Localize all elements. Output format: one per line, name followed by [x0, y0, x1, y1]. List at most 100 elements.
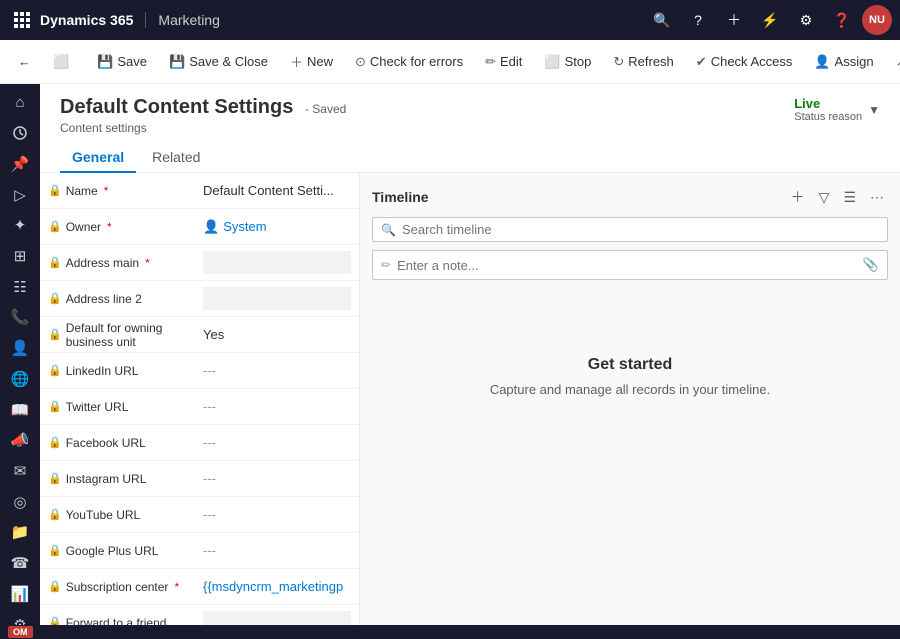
field-twitter-value: --- — [203, 399, 351, 414]
lock-icon-addr2: 🔒 — [48, 292, 62, 305]
field-address-line2-input[interactable] — [203, 287, 351, 310]
save-close-icon: 💾 — [169, 54, 185, 70]
field-googleplus: 🔒 Google Plus URL --- — [40, 533, 359, 569]
lock-icon-owning: 🔒 — [48, 328, 62, 341]
search-icon[interactable]: 🔍 — [646, 4, 678, 36]
lock-icon-li: 🔒 — [48, 364, 62, 377]
note-pencil-icon: ✏ — [381, 258, 391, 272]
note-input[interactable] — [397, 258, 857, 273]
field-facebook-value: --- — [203, 435, 351, 450]
field-twitter: 🔒 Twitter URL --- — [40, 389, 359, 425]
question-icon[interactable]: ❓ — [826, 4, 858, 36]
sidebar-item-book[interactable]: 📖 — [2, 395, 38, 424]
main-layout: ⌂ 📌 ▷ ✦ ⊞ ☷ 📞 👤 🌐 📖 📣 ✉ ◎ 📁 ☎ 📊 ⚙ Defaul… — [0, 84, 900, 639]
sidebar-item-circle[interactable]: ◎ — [2, 487, 38, 516]
status-area[interactable]: Live Status reason ▼ — [794, 96, 880, 123]
settings-icon[interactable]: ⚙ — [790, 4, 822, 36]
sidebar-item-contacts[interactable]: 👤 — [2, 334, 38, 363]
field-address-main-input[interactable] — [203, 251, 351, 274]
user-avatar[interactable]: NU — [862, 5, 892, 35]
field-name-value: Default Content Setti... — [203, 183, 351, 198]
check-errors-button[interactable]: ⊙ Check for errors — [345, 46, 473, 78]
timeline-filter-button[interactable]: ▽ — [815, 187, 834, 208]
saved-badge: - Saved — [305, 102, 346, 116]
stop-button[interactable]: ⬜ Stop — [534, 46, 601, 78]
field-facebook: 🔒 Facebook URL --- — [40, 425, 359, 461]
sidebar: ⌂ 📌 ▷ ✦ ⊞ ☷ 📞 👤 🌐 📖 📣 ✉ ◎ 📁 ☎ 📊 ⚙ — [0, 84, 40, 639]
sidebar-item-report[interactable]: 📊 — [2, 580, 38, 609]
edit-button[interactable]: ✏ Edit — [475, 46, 532, 78]
sidebar-item-star[interactable]: ✦ — [2, 211, 38, 240]
tab-general[interactable]: General — [60, 143, 136, 173]
timeline-more-button[interactable]: ⋯ — [866, 187, 888, 208]
sidebar-item-pin[interactable]: 📌 — [2, 149, 38, 178]
sidebar-item-folder[interactable]: 📁 — [2, 518, 38, 547]
status-chevron-icon: ▼ — [868, 103, 880, 117]
sidebar-item-play[interactable]: ▷ — [2, 180, 38, 209]
new-record-icon[interactable]: ＋ — [718, 4, 750, 36]
sidebar-item-grid[interactable]: ⊞ — [2, 242, 38, 271]
get-started-subtitle: Capture and manage all records in your t… — [490, 382, 770, 397]
sidebar-item-megaphone[interactable]: 📣 — [2, 426, 38, 455]
field-owner-value[interactable]: 👤 System — [203, 219, 267, 235]
timeline-panel: Timeline ＋ ▽ ☰ ⋯ 🔍 ✏ 📎 — [360, 173, 900, 639]
field-googleplus-value: --- — [203, 543, 351, 558]
bottom-bar: OM — [0, 625, 900, 639]
share-button[interactable]: ↗ Share — [886, 46, 900, 78]
save-button[interactable]: 💾 Save — [87, 46, 157, 78]
lock-icon-tw: 🔒 — [48, 400, 62, 413]
note-attach-icon[interactable]: 📎 — [863, 257, 879, 273]
save-icon: 💾 — [97, 54, 113, 70]
sidebar-item-phone[interactable]: 📞 — [2, 303, 38, 332]
timeline-search-icon: 🔍 — [381, 223, 396, 237]
field-default-owning-value: Yes — [203, 327, 351, 342]
app-module: Marketing — [145, 12, 219, 28]
refresh-button[interactable]: ↻ Refresh — [603, 46, 683, 78]
field-address-main: 🔒 Address main * — [40, 245, 359, 281]
tab-related[interactable]: Related — [140, 143, 212, 173]
field-address-line2: 🔒 Address line 2 — [40, 281, 359, 317]
field-name-label: 🔒 Name * — [48, 184, 203, 198]
field-default-owning-label: 🔒 Default for owning business unit — [48, 321, 203, 349]
apps-grid-icon[interactable] — [8, 6, 36, 34]
sidebar-item-home[interactable]: ⌂ — [2, 88, 38, 117]
nav-back-button[interactable]: ← — [8, 46, 41, 78]
check-access-icon: ✔ — [696, 54, 707, 70]
sidebar-item-globe[interactable]: 🌐 — [2, 364, 38, 393]
nav-forward-button[interactable]: ⬜ — [43, 46, 79, 78]
field-linkedin-label: 🔒 LinkedIn URL — [48, 364, 203, 378]
assign-button[interactable]: 👤 Assign — [804, 46, 883, 78]
sidebar-item-recent[interactable] — [2, 119, 38, 148]
field-linkedin: 🔒 LinkedIn URL --- — [40, 353, 359, 389]
new-button[interactable]: ＋ New — [280, 46, 343, 78]
field-youtube-value: --- — [203, 507, 351, 522]
save-close-button[interactable]: 💾 Save & Close — [159, 46, 278, 78]
field-address-line2-label: 🔒 Address line 2 — [48, 292, 203, 306]
command-bar: ← ⬜ 💾 Save 💾 Save & Close ＋ New ⊙ Check … — [0, 40, 900, 84]
page-title-area: Default Content Settings - Saved Content… — [60, 96, 346, 135]
page-title: Default Content Settings — [60, 96, 293, 118]
filter-icon[interactable]: ⚡ — [754, 4, 786, 36]
sidebar-item-calendar[interactable]: ☷ — [2, 272, 38, 301]
field-subscription-center-value: {{msdyncrm_marketingp — [203, 579, 351, 594]
help-icon[interactable]: ? — [682, 4, 714, 36]
lock-icon-fb: 🔒 — [48, 436, 62, 449]
timeline-add-button[interactable]: ＋ — [787, 185, 809, 209]
forward-icon: ⬜ — [53, 54, 69, 70]
page-subtitle: Content settings — [60, 121, 346, 135]
timeline-search-bar: 🔍 — [372, 217, 888, 242]
sidebar-item-email[interactable]: ✉ — [2, 457, 38, 486]
field-instagram-label: 🔒 Instagram URL — [48, 472, 203, 486]
timeline-list-button[interactable]: ☰ — [839, 187, 860, 208]
app-name: Dynamics 365 — [40, 12, 133, 28]
field-twitter-label: 🔒 Twitter URL — [48, 400, 203, 414]
page-header: Default Content Settings - Saved Content… — [40, 84, 900, 135]
status-label: Status reason — [794, 111, 862, 123]
field-subscription-center-label: 🔒 Subscription center * — [48, 580, 203, 594]
stop-icon: ⬜ — [544, 54, 560, 70]
sidebar-item-phone2[interactable]: ☎ — [2, 549, 38, 578]
check-access-button[interactable]: ✔ Check Access — [686, 46, 803, 78]
timeline-search-input[interactable] — [402, 222, 879, 237]
field-owner-label: 🔒 Owner * — [48, 220, 203, 234]
person-icon: 👤 — [203, 219, 219, 235]
